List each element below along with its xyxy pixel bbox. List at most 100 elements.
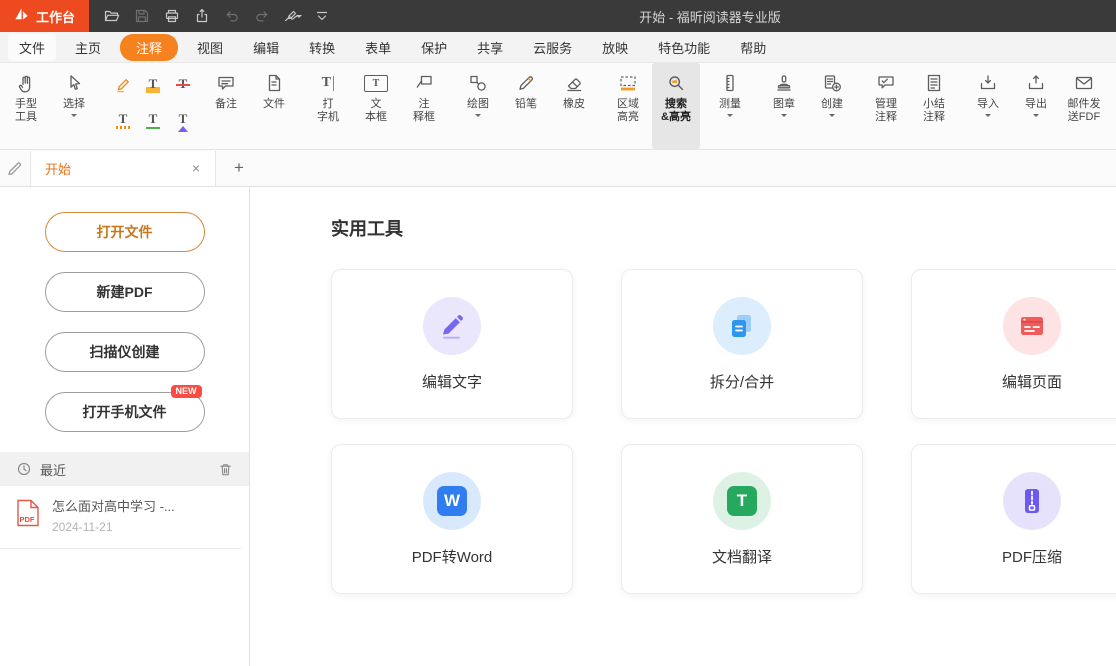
ribbon-label: 导出 — [1025, 98, 1047, 111]
ribbon-item-textbox[interactable]: T 文 本框 — [352, 63, 400, 149]
ribbon-label: 测量 — [719, 98, 741, 111]
edit-pages-icon — [1003, 297, 1061, 355]
workbench-label: 工作台 — [36, 7, 75, 26]
card-split-merge[interactable]: 拆分/合并 — [621, 269, 863, 419]
tab-label: 开始 — [45, 159, 187, 178]
shapes-icon — [468, 70, 488, 96]
ribbon-item-summarize-comments[interactable]: 小结 注释 — [910, 63, 958, 149]
menu-tab-form[interactable]: 表单 — [354, 34, 402, 61]
menu-tab-home[interactable]: 主页 — [64, 34, 112, 61]
underline-text-icon[interactable]: T — [141, 107, 165, 133]
chevron-down-icon — [781, 114, 787, 120]
ribbon-item-callout[interactable]: 注 释框 — [400, 63, 448, 149]
create-stamp-icon — [822, 70, 842, 96]
save-icon[interactable] — [129, 4, 155, 28]
ribbon-item-attach-file[interactable]: 文件 — [250, 63, 298, 149]
ribbon-label: 注释 — [875, 111, 897, 124]
ribbon-label: 手型 — [15, 98, 37, 111]
menu-tab-view[interactable]: 视图 — [186, 34, 234, 61]
card-pdf-compress[interactable]: PDF压缩 — [911, 444, 1116, 594]
ribbon-item-import[interactable]: 导入 — [964, 63, 1012, 149]
ribbon-item-stamp[interactable]: 图章 — [760, 63, 808, 149]
insert-text-icon[interactable]: T — [171, 107, 195, 133]
customize-toolbar-icon[interactable] — [309, 4, 335, 28]
summary-page-icon — [924, 70, 944, 96]
ribbon-item-typewriter[interactable]: T 打 字机 — [304, 63, 352, 149]
highlight-text-icon[interactable]: T — [141, 72, 165, 98]
menu-tab-share[interactable]: 共享 — [466, 34, 514, 61]
ribbon-label: 打 — [323, 98, 334, 111]
recent-file-item[interactable]: PDF 怎么面对高中学习 -... 2024-11-21 — [0, 486, 241, 549]
ribbon-item-hand-tool[interactable]: 手型 工具 — [2, 63, 50, 149]
card-edit-pages[interactable]: 编辑页面 — [911, 269, 1116, 419]
ribbon-label: 区域 — [617, 98, 639, 111]
ribbon-item-export[interactable]: 导出 — [1012, 63, 1060, 149]
chevron-down-icon — [296, 15, 302, 21]
new-tab-button[interactable]: + — [228, 157, 250, 179]
file-attachment-icon — [264, 70, 284, 96]
chevron-down-icon — [829, 114, 835, 120]
print-icon[interactable] — [159, 4, 185, 28]
ribbon-tab-bar: 文件 主页 注释 视图 编辑 转换 表单 保护 共享 云服务 放映 特色功能 帮… — [0, 32, 1116, 63]
strikeout-text-icon[interactable]: T — [171, 72, 195, 98]
tab-start[interactable]: 开始 × — [30, 151, 216, 186]
tab-bar-pencil-icon[interactable] — [0, 159, 30, 177]
ribbon-label: 备注 — [215, 98, 237, 111]
button-label: 打开文件 — [97, 224, 153, 240]
ribbon-label: 图章 — [773, 98, 795, 111]
ribbon-item-search-highlight[interactable]: 搜索 &高亮 — [652, 63, 700, 149]
menu-tab-featured[interactable]: 特色功能 — [647, 34, 721, 61]
ribbon-item-pencil[interactable]: 铅笔 — [502, 63, 550, 149]
workbench-button[interactable]: 工作台 — [0, 0, 89, 32]
squiggly-underline-icon[interactable]: T — [111, 107, 135, 133]
menu-tab-comment[interactable]: 注释 — [120, 34, 178, 61]
recent-title: 最近 — [40, 460, 210, 479]
ribbon-item-comment-style[interactable]: 注释 — [1108, 63, 1116, 149]
trash-icon[interactable] — [218, 462, 233, 477]
card-pdf-to-word[interactable]: W PDF转Word — [331, 444, 573, 594]
undo-icon[interactable] — [219, 4, 245, 28]
menu-tab-convert[interactable]: 转换 — [298, 34, 346, 61]
open-folder-icon[interactable] — [99, 4, 125, 28]
ribbon-item-select[interactable]: 选择 — [50, 63, 98, 149]
new-badge: NEW — [171, 385, 202, 398]
title-bar: 工作台 — [0, 0, 1116, 32]
open-mobile-file-button[interactable]: 打开手机文件 NEW — [45, 392, 205, 432]
card-label: 文档翻译 — [712, 546, 772, 567]
pdf-file-icon: PDF — [16, 499, 40, 532]
ribbon-label: 送FDF — [1068, 111, 1100, 124]
menu-tab-cloud[interactable]: 云服务 — [522, 34, 583, 61]
open-file-button[interactable]: 打开文件 — [45, 212, 205, 252]
scanner-create-button[interactable]: 扫描仪创建 — [45, 332, 205, 372]
ribbon-item-email-fdf[interactable]: 邮件发 送FDF — [1060, 63, 1108, 149]
ribbon-item-area-highlight[interactable]: 区域 高亮 — [604, 63, 652, 149]
new-pdf-button[interactable]: 新建PDF — [45, 272, 205, 312]
ribbon-label: 搜索 — [665, 98, 687, 111]
chevron-down-icon — [727, 114, 733, 120]
ribbon-item-manage-comments[interactable]: 管理 注释 — [862, 63, 910, 149]
tools-grid: 编辑文字 拆分/合并 编辑页面 W — [331, 269, 1116, 594]
card-translate[interactable]: T 文档翻译 — [621, 444, 863, 594]
highlighter-icon[interactable] — [111, 72, 135, 98]
area-highlight-icon — [618, 70, 638, 96]
ribbon-label: 文 — [371, 98, 382, 111]
ribbon-item-drawing[interactable]: 绘图 — [454, 63, 502, 149]
menu-tab-protect[interactable]: 保护 — [410, 34, 458, 61]
chevron-down-icon — [475, 114, 481, 120]
content-area: 打开文件 新建PDF 扫描仪创建 打开手机文件 NEW 最近 — [0, 187, 1116, 666]
menu-tab-slideshow[interactable]: 放映 — [591, 34, 639, 61]
card-edit-text[interactable]: 编辑文字 — [331, 269, 573, 419]
share-export-icon[interactable] — [189, 4, 215, 28]
close-tab-icon[interactable]: × — [187, 159, 205, 177]
start-page-main: 实用工具 编辑文字 拆分/合并 — [250, 187, 1116, 666]
redo-icon[interactable] — [249, 4, 275, 28]
ribbon-item-create[interactable]: 创建 — [808, 63, 856, 149]
menu-tab-edit[interactable]: 编辑 — [242, 34, 290, 61]
ribbon-item-note[interactable]: 备注 — [202, 63, 250, 149]
menu-tab-help[interactable]: 帮助 — [729, 34, 777, 61]
quick-sign-icon[interactable] — [279, 4, 305, 28]
ribbon-item-eraser[interactable]: 橡皮 — [550, 63, 598, 149]
ribbon-item-measure[interactable]: 测量 — [706, 63, 754, 149]
menu-tab-file[interactable]: 文件 — [8, 34, 56, 61]
document-tab-bar: 开始 × + — [0, 150, 1116, 187]
